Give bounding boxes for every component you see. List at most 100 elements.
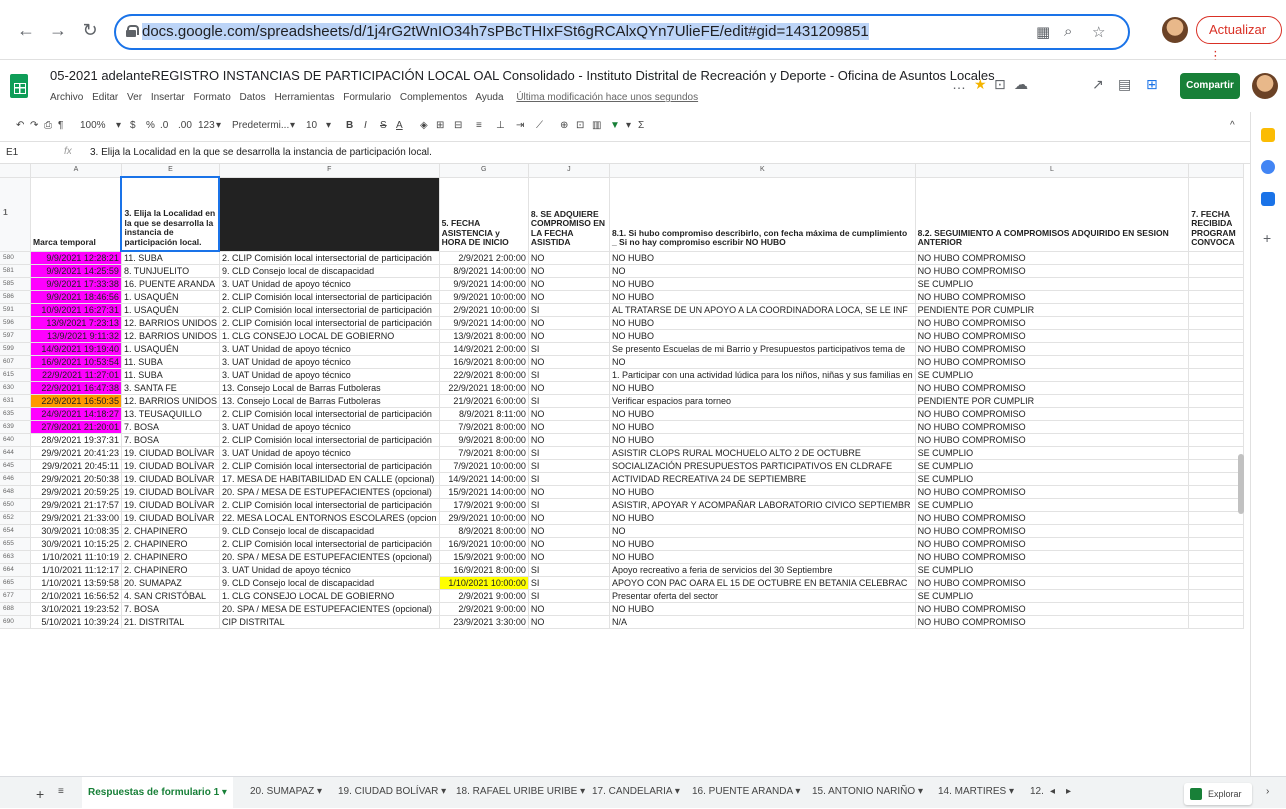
cell-instancia[interactable]: 2. CLIP Comisión local intersectorial de… [219,251,440,265]
cell-localidad[interactable]: 2. CHAPINERO [121,537,220,551]
cell-fecha-recibida[interactable] [1188,459,1244,473]
cell-seguimiento[interactable]: NO HUBO COMPROMISO [915,407,1190,421]
tab-antonio-narino[interactable]: 15. ANTONIO NARIÑO ▾ [812,786,923,797]
cell-marca-temporal[interactable]: 29/9/2021 20:41:23 [30,446,122,460]
cell-localidad[interactable]: 8. TUNJUELITO [121,264,220,278]
cell-marca-temporal[interactable]: 1/10/2021 11:10:19 [30,550,122,564]
cell-descripcion[interactable]: NO HUBO [609,420,916,434]
row-number[interactable]: 648 [0,485,32,499]
cell-fecha-recibida[interactable] [1188,472,1244,486]
cell-seguimiento[interactable]: NO HUBO COMPROMISO [915,524,1190,538]
row-number[interactable]: 645 [0,459,32,473]
cell-descripcion[interactable]: NO HUBO [609,511,916,525]
cell-fecha-recibida[interactable] [1188,563,1244,577]
cell-marca-temporal[interactable]: 3/10/2021 19:23:52 [30,602,122,616]
text-color-icon[interactable]: A [396,120,403,131]
cell-compromiso[interactable]: NO [528,316,610,330]
cell-descripcion[interactable]: NO HUBO [609,407,916,421]
tab-puente-aranda[interactable]: 16. PUENTE ARANDA ▾ [692,786,800,797]
cell-marca-temporal[interactable]: 9/9/2021 18:46:56 [30,290,122,304]
row-number[interactable]: 688 [0,602,32,616]
row-number[interactable]: 597 [0,329,32,343]
cell-seguimiento[interactable]: SE CUMPLIO [915,277,1190,291]
cell-fecha-recibida[interactable] [1188,537,1244,551]
cell-localidad[interactable]: 12. BARRIOS UNIDOS [121,329,220,343]
cell-localidad[interactable]: 19. CIUDAD BOLÍVAR [121,459,220,473]
back-icon[interactable]: ← [14,18,38,42]
functions-icon[interactable]: Σ [638,120,644,131]
cell-descripcion[interactable]: NO HUBO [609,381,916,395]
header-cell-seguimiento[interactable]: 8.2. SEGUIMIENTO A COMPROMISOS ADQUIRIDO… [915,177,1190,252]
cell-descripcion[interactable]: NO HUBO [609,329,916,343]
cell-compromiso[interactable]: NO [528,511,610,525]
menu-insertar[interactable]: Insertar [151,92,185,103]
cell-compromiso[interactable]: NO [528,537,610,551]
move-icon[interactable]: ⊡ [994,76,1006,93]
redo-icon[interactable]: ↷ [30,120,38,131]
menu-complementos[interactable]: Complementos [400,92,467,103]
cell-fecha-recibida[interactable] [1188,524,1244,538]
cell-descripcion[interactable]: NO HUBO [609,550,916,564]
cell-fecha-recibida[interactable] [1188,589,1244,603]
cell-fecha-recibida[interactable] [1188,355,1244,369]
cell-localidad[interactable]: 2. CHAPINERO [121,550,220,564]
cell-localidad[interactable]: 11. SUBA [121,368,220,382]
cell-instancia[interactable]: 2. CLIP Comisión local intersectorial de… [219,303,440,317]
cell-seguimiento[interactable]: SE CUMPLIO [915,498,1190,512]
cell-fecha-recibida[interactable] [1188,251,1244,265]
strikethrough-icon[interactable]: S [380,120,387,131]
cell-fecha[interactable]: 22/9/2021 8:00:00 [439,368,529,382]
text-rotation-icon[interactable]: ⟋ [536,120,543,131]
cell-compromiso[interactable]: SI [528,563,610,577]
cell-instancia[interactable]: 2. CLIP Comisión local intersectorial de… [219,498,440,512]
cell-compromiso[interactable]: SI [528,589,610,603]
vertical-scrollbar[interactable] [1238,454,1244,514]
cell-seguimiento[interactable]: NO HUBO COMPROMISO [915,342,1190,356]
cell-fecha[interactable]: 8/9/2021 14:00:00 [439,264,529,278]
cell-localidad[interactable]: 19. CIUDAD BOLÍVAR [121,498,220,512]
cell-seguimiento[interactable]: NO HUBO COMPROMISO [915,290,1190,304]
cell-fecha[interactable]: 9/9/2021 14:00:00 [439,316,529,330]
cell-fecha-recibida[interactable] [1188,446,1244,460]
column-header-a[interactable]: A [30,164,122,178]
row-number[interactable]: 652 [0,511,32,525]
cell-seguimiento[interactable]: NO HUBO COMPROMISO [915,576,1190,590]
chevron-right-icon[interactable]: › [1266,786,1269,797]
cell-compromiso[interactable]: NO [528,550,610,564]
cell-instancia[interactable]: 3. UAT Unidad de apoyo técnico [219,368,440,382]
cell-fecha[interactable]: 21/9/2021 6:00:00 [439,394,529,408]
cell-instancia[interactable]: 20. SPA / MESA DE ESTUPEFACIENTES (opcio… [219,602,440,616]
cell-compromiso[interactable]: NO [528,433,610,447]
cell-instancia[interactable]: 3. UAT Unidad de apoyo técnico [219,277,440,291]
row-number[interactable]: 631 [0,394,32,408]
column-header-g[interactable]: G [439,164,529,178]
cell-descripcion[interactable]: NO [609,524,916,538]
qr-code-icon[interactable]: ▦ [1036,23,1050,41]
header-cell-marca-temporal[interactable]: Marca temporal [30,177,122,252]
forward-icon[interactable]: → [46,18,70,42]
cell-compromiso[interactable]: NO [528,329,610,343]
more-icon[interactable]: … [952,76,966,92]
cell-localidad[interactable]: 3. SANTA FE [121,381,220,395]
cell-compromiso[interactable]: SI [528,472,610,486]
merge-icon[interactable]: ⊟ [454,120,462,131]
cell-descripcion[interactable]: 1. Participar con una actividad lúdica p… [609,368,916,382]
row-number[interactable]: 639 [0,420,32,434]
activity-icon[interactable]: ↗ [1092,76,1104,93]
tab-scroll-right-icon[interactable]: ▸ [1066,786,1071,797]
column-header-j[interactable]: J [528,164,610,178]
cell-marca-temporal[interactable]: 14/9/2021 19:19:40 [30,342,122,356]
row-number[interactable]: 585 [0,277,32,291]
row-number[interactable]: 635 [0,407,32,421]
row-number[interactable]: 655 [0,537,32,551]
row-number[interactable]: 596 [0,316,32,330]
currency-format[interactable]: $ [130,120,136,131]
print-icon[interactable]: ⎙ [44,120,52,131]
cell-compromiso[interactable]: SI [528,459,610,473]
cell-fecha-recibida[interactable] [1188,342,1244,356]
cell-localidad[interactable]: 1. USAQUÉN [121,303,220,317]
row-number[interactable]: 1 [0,177,32,252]
cell-localidad[interactable]: 19. CIUDAD BOLÍVAR [121,472,220,486]
cell-seguimiento[interactable]: NO HUBO COMPROMISO [915,550,1190,564]
cell-fecha-recibida[interactable] [1188,394,1244,408]
